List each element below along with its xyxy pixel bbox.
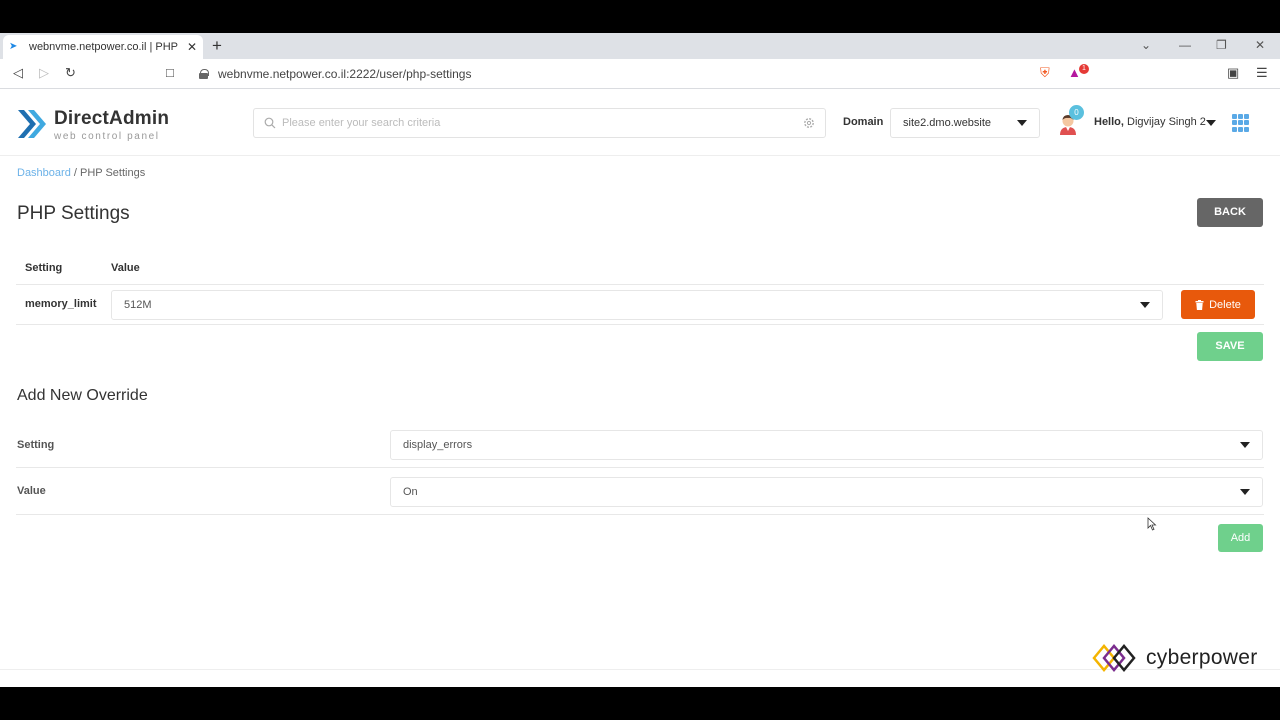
add-button[interactable]: Add xyxy=(1218,524,1263,552)
form-divider xyxy=(16,514,1264,515)
directadmin-logo-icon xyxy=(18,110,46,138)
url-field[interactable]: webnvme.netpower.co.il:2222/user/php-set… xyxy=(193,63,1033,85)
row-setting-name: memory_limit xyxy=(25,298,97,310)
new-tab-icon[interactable]: + xyxy=(212,36,222,56)
column-header-value: Value xyxy=(111,262,140,274)
bookmark-icon[interactable]: □ xyxy=(166,65,174,81)
setting-label: Setting xyxy=(17,439,55,451)
setting-select[interactable]: display_errors xyxy=(390,430,1263,460)
browser-window: ➤ webnvme.netpower.co.il | PHP Se ✕ + ⌄ … xyxy=(0,33,1280,687)
memory-limit-value: 512M xyxy=(124,299,152,311)
logo-name: DirectAdmin xyxy=(54,108,170,129)
watermark-text: cyberpower xyxy=(1146,646,1258,669)
close-tab-icon[interactable]: ✕ xyxy=(187,40,197,54)
lock-icon xyxy=(199,69,209,79)
mouse-cursor-icon xyxy=(1147,517,1157,531)
forward-nav-icon[interactable]: ▷ xyxy=(39,65,49,81)
app-header: DirectAdmin web control panel Please ent… xyxy=(0,90,1280,156)
reload-icon[interactable]: ↻ xyxy=(65,65,76,81)
hello-prefix: Hello, xyxy=(1094,116,1124,128)
restore-icon[interactable]: ❐ xyxy=(1216,37,1227,53)
breadcrumb-dashboard-link[interactable]: Dashboard xyxy=(17,167,71,179)
close-window-icon[interactable]: ✕ xyxy=(1255,37,1265,53)
setting-select-value: display_errors xyxy=(403,439,473,451)
tab-bar: ➤ webnvme.netpower.co.il | PHP Se ✕ + ⌄ … xyxy=(0,33,1280,59)
browser-tab[interactable]: ➤ webnvme.netpower.co.il | PHP Se ✕ xyxy=(3,35,203,59)
address-bar: ◁ ▷ ↻ □ webnvme.netpower.co.il:2222/user… xyxy=(0,59,1280,89)
value-label: Value xyxy=(17,485,46,497)
save-button[interactable]: SAVE xyxy=(1197,332,1263,361)
value-select-value: On xyxy=(403,486,418,498)
domain-select[interactable]: site2.dmo.website xyxy=(890,108,1040,138)
breadcrumb-current: PHP Settings xyxy=(80,167,146,179)
domain-value: site2.dmo.website xyxy=(903,117,992,129)
delete-button[interactable]: Delete xyxy=(1181,290,1255,319)
user-menu-chevron-icon[interactable] xyxy=(1206,120,1216,126)
search-input[interactable]: Please enter your search criteria xyxy=(253,108,826,138)
user-name: Digvijay Singh 2 xyxy=(1127,116,1206,128)
wallet-icon[interactable]: ▣ xyxy=(1227,65,1239,81)
chevron-down-icon xyxy=(1017,120,1027,126)
value-select[interactable]: On xyxy=(390,477,1263,507)
minimize-icon[interactable]: — xyxy=(1179,37,1191,53)
column-header-setting: Setting xyxy=(25,262,63,274)
tab-search-chevron-icon[interactable]: ⌄ xyxy=(1141,37,1151,53)
chevron-down-icon xyxy=(1140,302,1150,308)
chevron-down-icon xyxy=(1240,489,1250,495)
breadcrumb-separator: / xyxy=(70,167,80,179)
table-divider xyxy=(16,284,1264,285)
directadmin-logo[interactable]: DirectAdmin web control panel xyxy=(16,106,176,142)
chevron-down-icon xyxy=(1240,442,1250,448)
add-override-title: Add New Override xyxy=(17,387,148,404)
page-title: PHP Settings xyxy=(17,203,130,224)
memory-limit-select[interactable]: 512M xyxy=(111,290,1163,320)
directadmin-favicon-icon: ➤ xyxy=(9,41,18,52)
apps-grid-icon[interactable] xyxy=(1232,114,1250,132)
table-divider xyxy=(16,324,1264,325)
gear-icon[interactable] xyxy=(803,117,815,129)
trash-icon xyxy=(1195,299,1204,310)
search-placeholder: Please enter your search criteria xyxy=(282,117,441,129)
notification-badge[interactable]: 0 xyxy=(1069,105,1084,120)
url-text: webnvme.netpower.co.il:2222/user/php-set… xyxy=(218,67,472,81)
footer-divider xyxy=(0,669,1280,670)
logo-subtitle: web control panel xyxy=(54,131,160,142)
search-icon xyxy=(264,117,276,129)
breadcrumb: Dashboard / PHP Settings xyxy=(17,167,145,179)
rewards-badge: 1 xyxy=(1079,64,1089,74)
brave-shield-icon[interactable]: ⛨ xyxy=(1040,65,1050,81)
user-greeting[interactable]: Hello, Digvijay Singh 2 xyxy=(1094,116,1206,128)
back-button[interactable]: BACK xyxy=(1197,198,1263,227)
cyberpower-logo-icon xyxy=(1092,644,1136,672)
cyberpower-watermark: cyberpower xyxy=(1090,640,1275,676)
delete-label: Delete xyxy=(1209,298,1241,311)
back-nav-icon[interactable]: ◁ xyxy=(13,65,23,81)
browser-menu-icon[interactable]: ☰ xyxy=(1256,65,1268,81)
form-divider xyxy=(16,467,1264,468)
domain-label: Domain xyxy=(843,116,884,128)
tab-title: webnvme.netpower.co.il | PHP Se xyxy=(29,41,181,53)
